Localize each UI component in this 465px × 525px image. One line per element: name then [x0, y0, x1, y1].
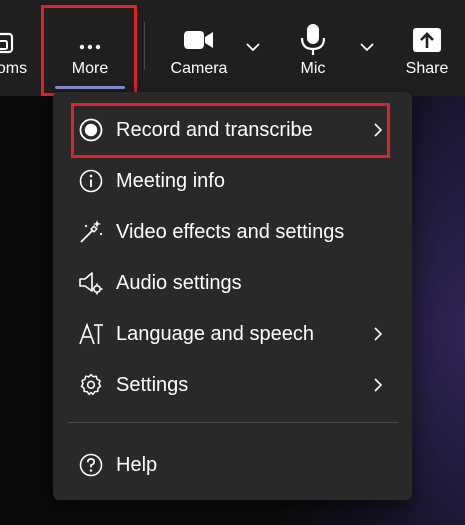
mic-button[interactable]: Mic: [280, 0, 346, 96]
menu-divider: [68, 422, 398, 423]
menu-item-settings[interactable]: Settings: [53, 361, 412, 409]
share-icon: [410, 0, 444, 56]
chevron-right-icon: [369, 325, 387, 343]
rooms-icon: [0, 0, 16, 56]
menu-item-language-and-speech[interactable]: Language and speech: [53, 310, 412, 358]
camera-options-chevron-icon[interactable]: [242, 36, 264, 58]
info-icon: [77, 167, 105, 195]
camera-label: Camera: [170, 60, 228, 77]
menu-item-label: Language and speech: [116, 322, 314, 345]
menu-item-label: Video effects and settings: [116, 220, 345, 243]
camera-icon: [182, 0, 216, 56]
audio-settings-icon: [77, 269, 105, 297]
menu-item-video-effects[interactable]: Video effects and settings: [53, 208, 412, 256]
mic-options-chevron-icon[interactable]: [356, 36, 378, 58]
toolbar-divider: [144, 22, 145, 70]
menu-item-label: Audio settings: [116, 271, 242, 294]
menu-item-help[interactable]: Help: [53, 441, 412, 489]
chevron-right-icon: [369, 376, 387, 394]
menu-item-meeting-info[interactable]: Meeting info: [53, 157, 412, 205]
menu-item-label: Help: [116, 453, 158, 476]
gear-icon: [77, 371, 105, 399]
menu-item-label: Settings: [116, 373, 189, 396]
record-and-transcribe-highlight: [71, 103, 390, 158]
menu-item-audio-settings[interactable]: Audio settings: [53, 259, 412, 307]
mic-label: Mic: [300, 60, 326, 77]
video-effects-icon: [77, 218, 105, 246]
help-icon: [77, 451, 105, 479]
camera-button[interactable]: Camera: [160, 0, 238, 96]
menu-item-label: Meeting info: [116, 169, 225, 192]
microphone-icon: [296, 0, 330, 56]
share-label: Share: [405, 60, 449, 77]
language-icon: [77, 320, 105, 348]
share-button[interactable]: Share: [395, 0, 459, 96]
rooms-button[interactable]: oms: [0, 0, 36, 96]
rooms-label: oms: [0, 60, 28, 77]
more-button-highlight: [41, 5, 137, 96]
